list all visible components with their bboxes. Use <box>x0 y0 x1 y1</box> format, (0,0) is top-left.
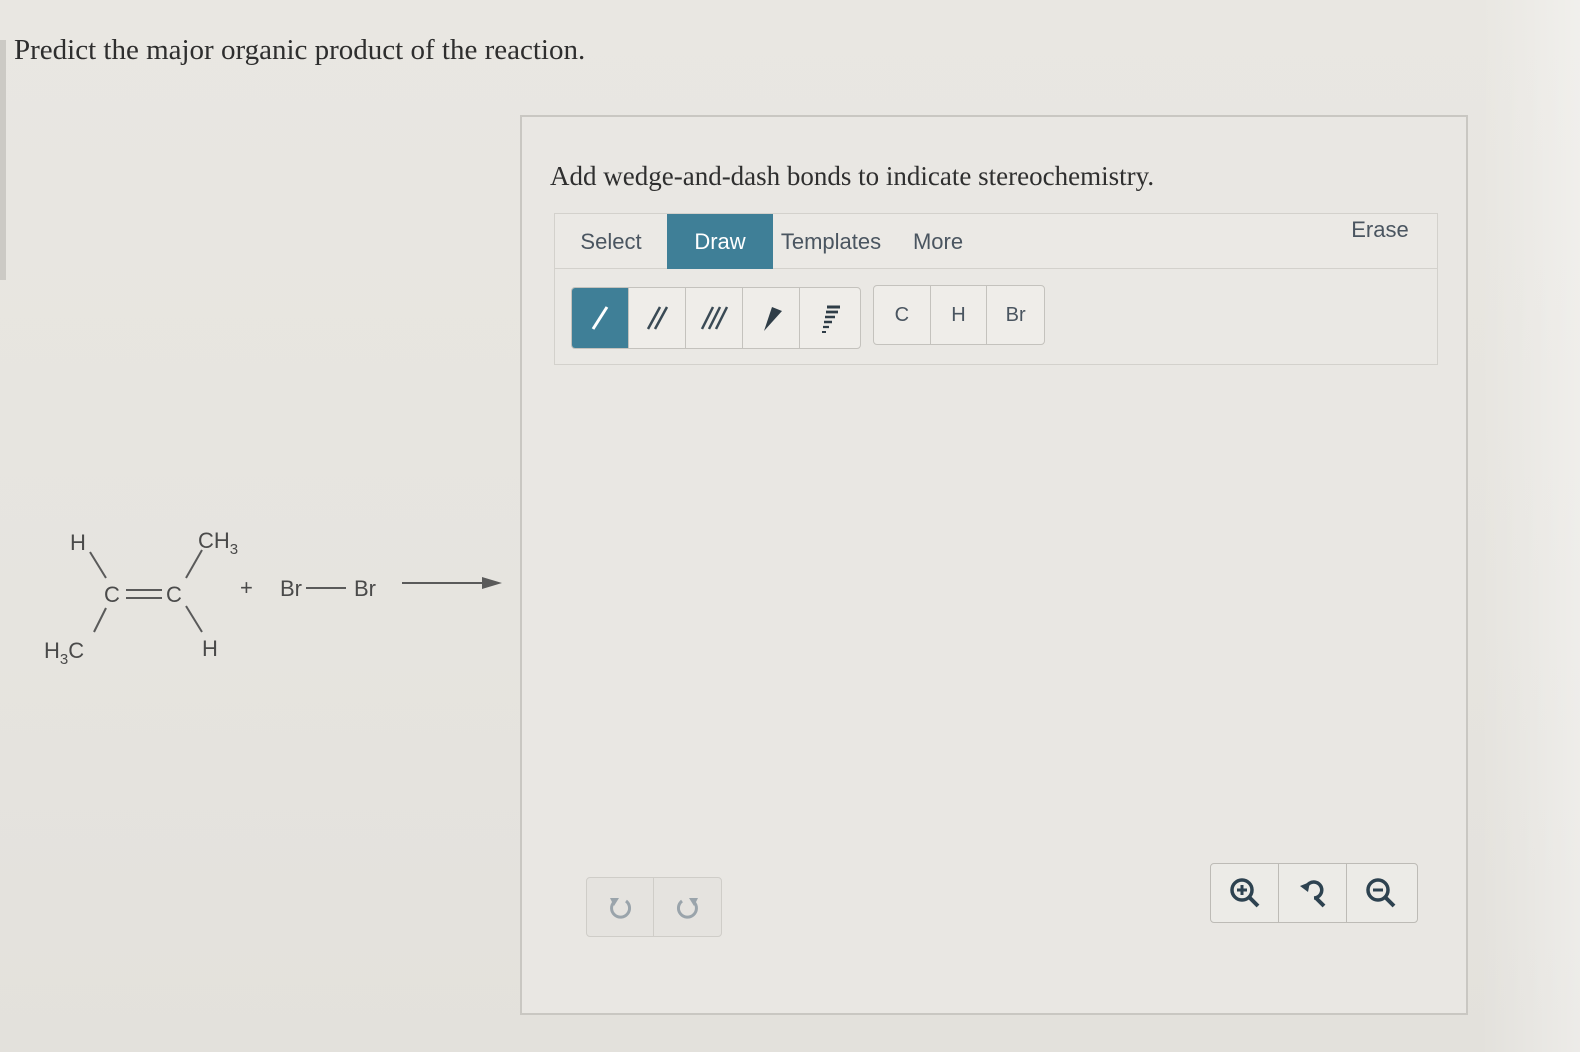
drawing-panel: Add wedge-and-dash bonds to indicate ste… <box>520 115 1468 1015</box>
wedge-bond-button[interactable] <box>743 288 800 348</box>
zoom-group <box>1210 863 1418 923</box>
wedge-bond-icon <box>764 307 782 331</box>
zoom-out-icon <box>1366 878 1396 908</box>
tab-draw[interactable]: Draw <box>667 214 773 270</box>
atom-label-c1: C <box>104 582 120 607</box>
screen-glare <box>1480 0 1580 1052</box>
redo-button[interactable] <box>654 878 721 936</box>
tool-tabbar: Select Draw Templates More Erase <box>554 213 1438 270</box>
undo-redo-group <box>586 877 722 937</box>
atom-br-button[interactable]: Br <box>987 286 1044 344</box>
atom-label-h-top: H <box>70 530 86 555</box>
atom-label-c2: C <box>166 582 182 607</box>
reaction-scheme: H C C CH3 H3C H + Br Br <box>30 510 520 700</box>
panel-instructions: Add wedge-and-dash bonds to indicate ste… <box>550 161 1155 191</box>
bond-c2-to-ch3 <box>185 549 203 579</box>
tab-select[interactable]: Select <box>555 214 667 270</box>
double-bond-button[interactable] <box>629 288 686 348</box>
zoom-in-icon <box>1229 878 1259 908</box>
redo-icon <box>676 898 698 919</box>
double-bond-icon <box>646 306 669 330</box>
atom-h-button[interactable]: H <box>931 286 988 344</box>
atom-c-button[interactable]: C <box>874 286 931 344</box>
dash-bond-button[interactable] <box>800 288 857 348</box>
reset-zoom-button[interactable] <box>1279 864 1347 922</box>
bond-c2-to-h <box>185 605 203 633</box>
bond-c1-to-ch3 <box>93 607 107 633</box>
undo-icon <box>610 898 631 919</box>
atom-label-br-left: Br <box>280 576 302 601</box>
atom-label-ch3-top: CH3 <box>198 528 238 558</box>
atom-label-h-bottom: H <box>202 636 218 661</box>
bond-h-to-c1 <box>89 551 107 579</box>
reaction-arrow-head <box>482 577 502 589</box>
atom-label-br-right: Br <box>354 576 376 601</box>
zoom-out-button[interactable] <box>1347 864 1415 922</box>
plus-sign: + <box>240 575 253 600</box>
undo-button[interactable] <box>587 878 654 936</box>
atom-tool-group: C H Br <box>873 285 1045 345</box>
tab-templates[interactable]: Templates <box>775 214 887 270</box>
bond-tool-group <box>571 287 861 349</box>
single-bond-button[interactable] <box>572 288 629 348</box>
left-edge-marker <box>0 40 6 280</box>
triple-bond-button[interactable] <box>686 288 743 348</box>
atom-label-h3c-bottom: H3C <box>44 638 84 668</box>
single-bond-icon <box>591 306 609 330</box>
reset-zoom-icon <box>1299 880 1325 908</box>
dash-bond-icon <box>821 305 840 333</box>
tab-more[interactable]: More <box>893 214 983 270</box>
zoom-in-button[interactable] <box>1211 864 1279 922</box>
erase-button[interactable]: Erase <box>1335 202 1425 258</box>
draw-toolrow: C H Br <box>554 269 1438 365</box>
triple-bond-icon <box>700 306 729 330</box>
question-text: Predict the major organic product of the… <box>14 34 586 66</box>
